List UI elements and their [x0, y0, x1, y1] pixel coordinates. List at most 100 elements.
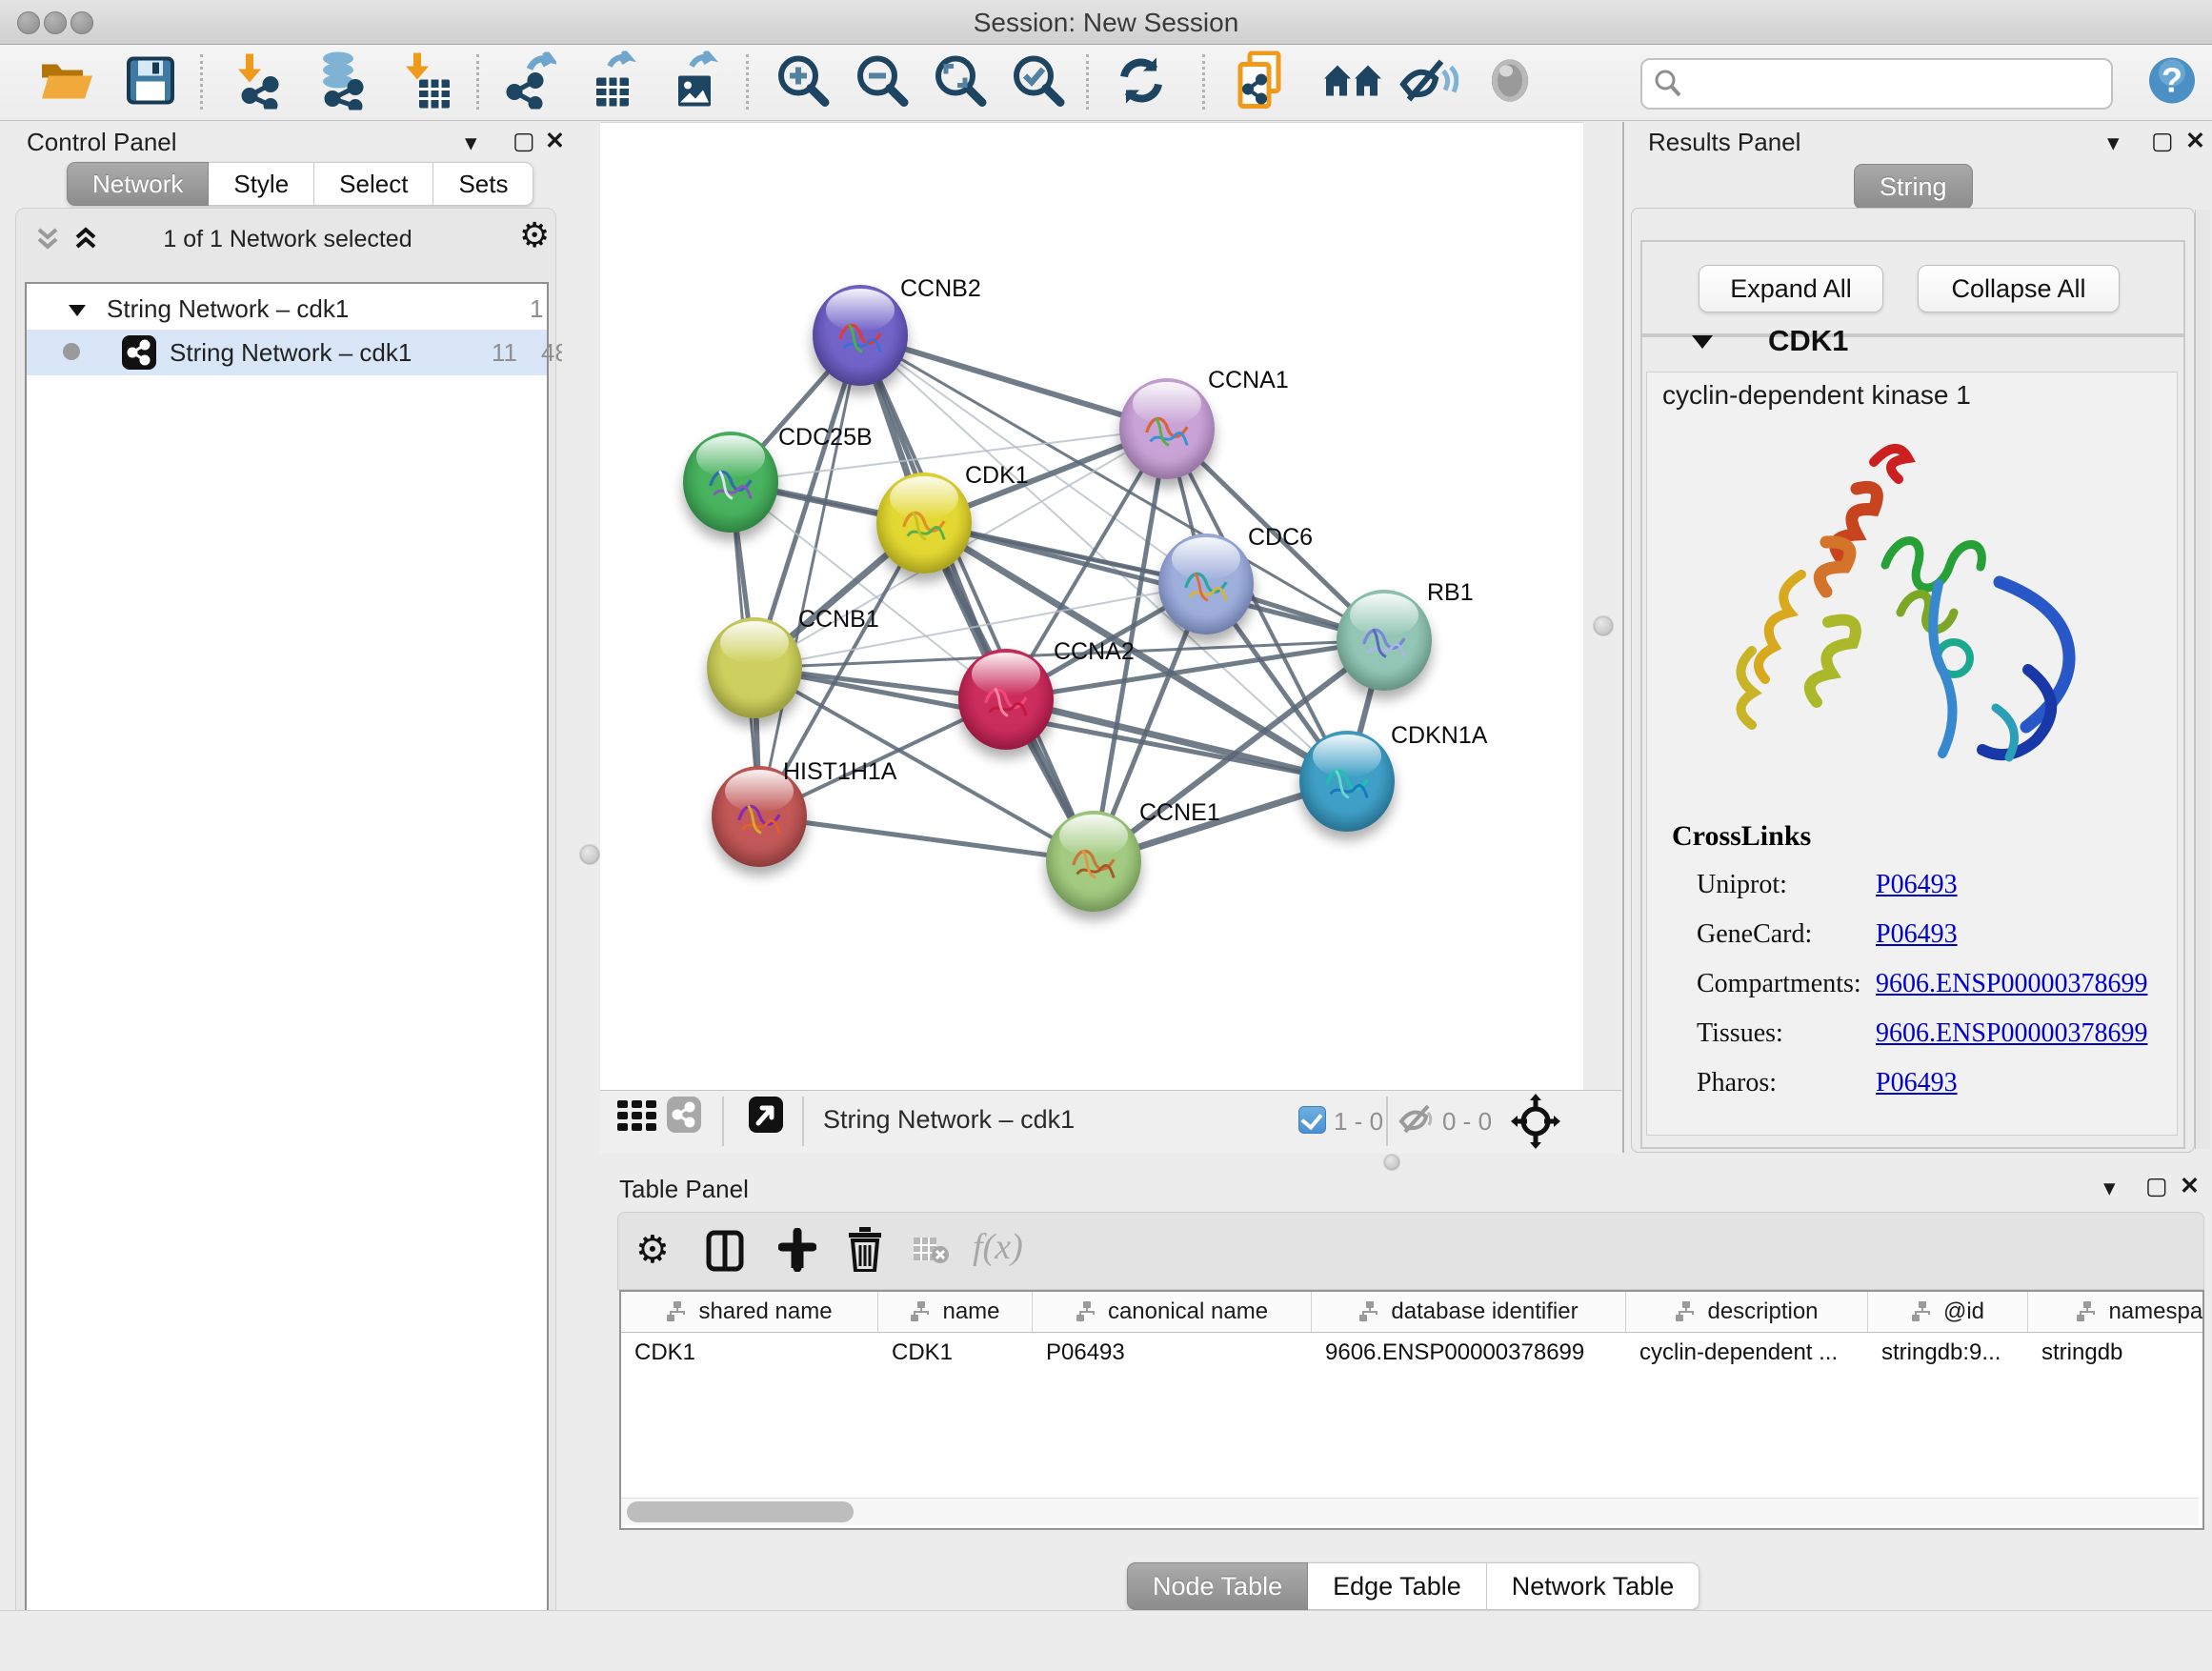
results-panel-collapse-icon[interactable]: ▾ — [2107, 131, 2120, 155]
network-node-CDKN1A[interactable] — [1299, 731, 1395, 832]
save-session-icon[interactable] — [127, 56, 174, 109]
export-image-icon[interactable] — [667, 50, 720, 114]
expand-all-button[interactable]: Expand All — [1699, 265, 1883, 312]
refresh-icon[interactable] — [1115, 53, 1168, 111]
clone-network-icon[interactable] — [1237, 50, 1288, 114]
tab-node-table[interactable]: Node Table — [1127, 1562, 1308, 1610]
table-row[interactable]: CDK1CDK1P064939606.ENSP00000378699cyclin… — [621, 1332, 2204, 1374]
crosslink-link[interactable]: P06493 — [1876, 1068, 1958, 1098]
network-node-CDK1[interactable] — [876, 473, 972, 574]
column-header-name[interactable]: name — [878, 1292, 1033, 1332]
network-node-CCNA2[interactable] — [958, 649, 1054, 750]
show-columns-icon[interactable] — [706, 1230, 744, 1277]
control-panel-float-icon[interactable]: ▢ — [513, 130, 535, 153]
tab-select[interactable]: Select — [314, 162, 433, 206]
tree-expand-icon[interactable] — [67, 297, 88, 327]
table-cell[interactable]: P06493 — [1033, 1332, 1312, 1374]
results-scrollbar[interactable] — [2195, 210, 2210, 1149]
crosslink-link[interactable]: 9606.ENSP00000378699 — [1876, 969, 2147, 999]
table-settings-gear-icon[interactable]: ⚙ — [635, 1228, 670, 1272]
import-network-file-icon[interactable] — [232, 51, 286, 113]
network-canvas[interactable]: CCNB2CCNA1CDC25BCDK1CDC6RB1CCNB1CCNA2CDK… — [600, 122, 1583, 1091]
column-header-database-identifier[interactable]: database identifier — [1312, 1292, 1626, 1332]
selected-checkbox-icon[interactable] — [1298, 1106, 1326, 1134]
detach-view-icon[interactable] — [749, 1097, 783, 1133]
crosslink-link[interactable]: P06493 — [1876, 870, 1958, 900]
table-cell[interactable]: CDK1 — [878, 1332, 1033, 1374]
help-icon[interactable]: ? — [2147, 55, 2197, 110]
export-table-icon[interactable] — [585, 50, 638, 114]
string-network-icon — [122, 335, 156, 370]
right-splitter[interactable] — [1583, 122, 1621, 1090]
table-hscrollbar-thumb[interactable] — [627, 1501, 854, 1522]
crosslink-link[interactable]: P06493 — [1876, 919, 1958, 950]
right-splitter-handle[interactable] — [1593, 615, 1614, 636]
export-network-icon[interactable] — [503, 51, 556, 113]
search-input[interactable] — [1688, 64, 2101, 102]
zoom-fit-icon[interactable] — [933, 52, 988, 112]
column-header-canonical-name[interactable]: canonical name — [1033, 1292, 1312, 1332]
network-node-CCNB2[interactable] — [813, 285, 908, 386]
network-edge-CCNB2-HIST1H1A[interactable] — [759, 335, 860, 816]
results-panel-close-icon[interactable]: ✕ — [2185, 130, 2205, 153]
network-node-RB1[interactable] — [1337, 590, 1432, 691]
add-column-icon[interactable] — [778, 1228, 816, 1277]
open-session-icon[interactable] — [39, 56, 94, 109]
table-cell[interactable]: 9606.ENSP00000378699 — [1312, 1332, 1626, 1374]
import-network-database-icon[interactable] — [313, 50, 369, 114]
column-header-namespace[interactable]: namespace — [2028, 1292, 2204, 1332]
table-cell[interactable]: cyclin-dependent ... — [1626, 1332, 1868, 1374]
tab-string[interactable]: String — [1854, 164, 1973, 210]
network-node-CCNA1[interactable] — [1119, 378, 1215, 479]
delete-table-icon — [912, 1236, 950, 1271]
zoom-in-icon[interactable] — [775, 52, 831, 112]
import-table-icon[interactable] — [402, 50, 452, 114]
zoom-selected-icon[interactable] — [1011, 52, 1066, 112]
network-node-CDC25B[interactable] — [683, 432, 778, 533]
results-panel-float-icon[interactable]: ▢ — [2151, 130, 2174, 153]
column-header-shared-name[interactable]: shared name — [621, 1292, 878, 1332]
gene-collapse-icon[interactable] — [1690, 332, 1715, 357]
tab-sets[interactable]: Sets — [433, 162, 533, 206]
node-attribute-table[interactable]: shared namenamecanonical namedatabase id… — [619, 1290, 2204, 1530]
table-hscrollbar[interactable] — [621, 1498, 2199, 1525]
table-panel-float-icon[interactable]: ▢ — [2145, 1175, 2168, 1198]
tab-style[interactable]: Style — [209, 162, 314, 206]
network-node-CCNB1[interactable] — [707, 617, 802, 718]
crosslink-link[interactable]: 9606.ENSP00000378699 — [1876, 1018, 2147, 1049]
network-options-gear-icon[interactable]: ⚙ — [519, 216, 550, 255]
fit-content-crosshair-icon[interactable] — [1511, 1094, 1560, 1154]
delete-column-trash-icon[interactable] — [847, 1226, 883, 1277]
annotation-sphere-icon[interactable] — [1487, 55, 1533, 110]
table-cell[interactable]: stringdb:9... — [1868, 1332, 2028, 1374]
control-panel-collapse-icon[interactable]: ▾ — [465, 131, 477, 155]
network-row-selected[interactable]: String Network – cdk1 11 48 — [27, 330, 547, 375]
network-node-CCNE1[interactable] — [1046, 811, 1141, 912]
expand-all-networks-icon[interactable] — [71, 224, 100, 257]
network-node-count: 11 — [492, 338, 517, 368]
table-panel-close-icon[interactable]: ✕ — [2180, 1175, 2200, 1198]
grid-view-icon[interactable] — [617, 1100, 657, 1136]
network-birdseye-icon[interactable] — [667, 1097, 701, 1133]
column-header--id[interactable]: @id — [1868, 1292, 2028, 1332]
table-panel-collapse-icon[interactable]: ▾ — [2103, 1177, 2116, 1200]
network-edge-HIST1H1A-CCNE1[interactable] — [759, 816, 1094, 861]
tab-network[interactable]: Network — [67, 162, 209, 206]
footer-separator — [722, 1097, 724, 1146]
left-splitter-handle[interactable] — [579, 844, 600, 865]
network-node-CDC6[interactable] — [1158, 534, 1254, 634]
tab-network-table[interactable]: Network Table — [1487, 1562, 1700, 1610]
column-header-description[interactable]: description — [1626, 1292, 1868, 1332]
hide-unhide-icon[interactable] — [1399, 55, 1458, 110]
network-collection-row[interactable]: String Network – cdk1 1 — [27, 288, 547, 332]
hidden-counts: 0 - 0 — [1442, 1107, 1492, 1137]
collapse-all-networks-icon[interactable] — [33, 224, 62, 257]
zoom-out-icon[interactable] — [855, 52, 910, 112]
collapse-all-button[interactable]: Collapse All — [1918, 265, 2120, 312]
left-splitter[interactable] — [562, 122, 600, 1090]
table-cell[interactable]: CDK1 — [621, 1332, 878, 1374]
table-cell[interactable]: stringdb — [2028, 1332, 2204, 1374]
tab-edge-table[interactable]: Edge Table — [1308, 1562, 1487, 1610]
home-networks-icon[interactable] — [1322, 57, 1383, 108]
results-panel-divider — [1622, 122, 1624, 1153]
